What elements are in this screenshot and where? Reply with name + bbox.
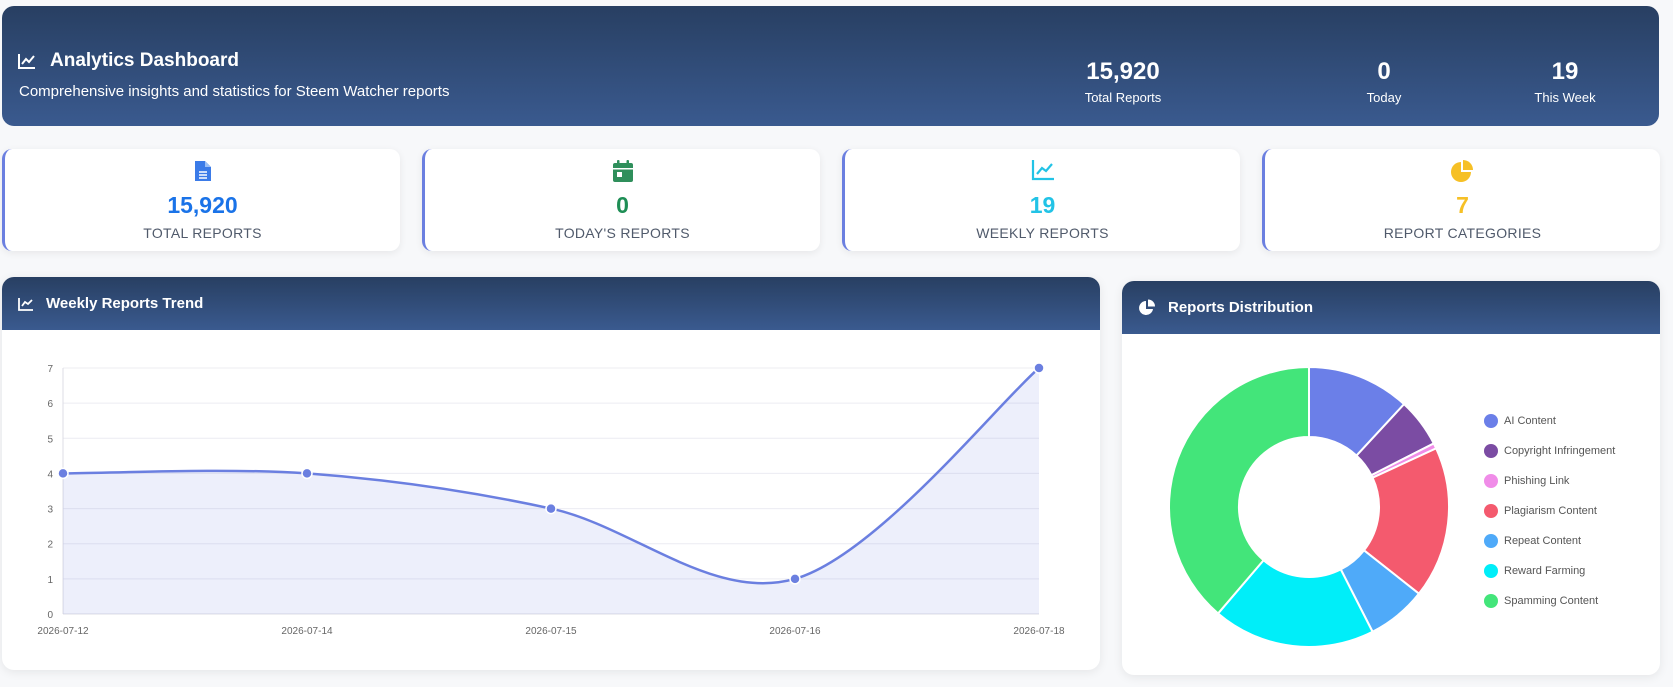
legend-item[interactable]: Repeat Content: [1484, 526, 1615, 556]
legend-item[interactable]: Copyright Infringement: [1484, 436, 1615, 466]
legend-swatch: [1484, 444, 1498, 458]
header-stat-today: 0 Today: [1324, 58, 1444, 105]
x-tick-label: 2026-07-15: [525, 626, 577, 637]
stat-label: WEEKLY REPORTS: [976, 225, 1109, 241]
stat-card-today-reports: 0 TODAY'S REPORTS: [422, 149, 820, 251]
legend-swatch: [1484, 414, 1498, 428]
page-subtitle: Comprehensive insights and statistics fo…: [19, 83, 450, 100]
header-stat-week: 19 This Week: [1505, 58, 1625, 105]
panel-title: Reports Distribution: [1168, 299, 1313, 316]
legend-label: Phishing Link: [1504, 475, 1570, 487]
legend-item[interactable]: AI Content: [1484, 406, 1615, 436]
legend-item[interactable]: Spamming Content: [1484, 586, 1615, 616]
line-chart-icon: [1031, 160, 1054, 181]
panel-title: Weekly Reports Trend: [46, 295, 204, 312]
reports-distribution-chart: [1168, 365, 1450, 648]
legend-label: Copyright Infringement: [1504, 445, 1616, 457]
y-tick-label: 4: [47, 469, 53, 480]
stat-card-weekly-reports: 19 WEEKLY REPORTS: [842, 149, 1240, 251]
data-point[interactable]: [301, 467, 313, 480]
y-tick-label: 1: [47, 575, 53, 586]
stat-label: TOTAL REPORTS: [143, 225, 262, 241]
y-tick-label: 5: [47, 434, 53, 445]
weekly-trend-chart: 0 1 2 3 4 5 6 7 2026-07-12 2026-07-14 2026-07-15 20…: [37, 362, 1065, 637]
weekly-trend-panel: Weekly Reports Trend 0 1 2 3 4 5 6 7 2026-07-12 2…: [2, 277, 1100, 670]
stat-card-report-categories: 7 REPORT CATEGORIES: [1262, 149, 1660, 251]
x-tick-label: 2026-07-14: [281, 626, 333, 637]
legend-item[interactable]: Phishing Link: [1484, 466, 1615, 496]
data-point[interactable]: [545, 502, 557, 515]
stat-value: 0: [616, 192, 629, 218]
stat-value: 15,920: [167, 192, 238, 218]
header-stat-label: Today: [1366, 90, 1402, 105]
header-stat-value: 19: [1551, 58, 1579, 85]
header-stat-value: 0: [1377, 58, 1391, 85]
x-tick-label: 2026-07-12: [37, 626, 89, 637]
y-tick-label: 7: [47, 364, 53, 375]
y-tick-label: 0: [47, 610, 53, 621]
document-icon: [194, 161, 211, 181]
header-stat-label: This Week: [1534, 90, 1596, 105]
line-chart-icon: [18, 297, 33, 311]
header-stat-label: Total Reports: [1084, 90, 1162, 105]
legend-label: Reward Farming: [1504, 565, 1586, 577]
data-point[interactable]: [1033, 362, 1045, 374]
pie-chart-icon: [1450, 160, 1473, 182]
stat-card-total-reports: 15,920 TOTAL REPORTS: [2, 149, 400, 251]
legend-swatch: [1484, 564, 1498, 578]
x-tick-label: 2026-07-16: [769, 626, 821, 637]
header-stat-total: 15,920 Total Reports: [1063, 58, 1183, 105]
dashboard-header: Analytics Dashboard Comprehensive insigh…: [2, 6, 1659, 126]
legend-label: Spamming Content: [1504, 595, 1599, 607]
stat-label: REPORT CATEGORIES: [1383, 225, 1542, 241]
pie-chart-icon: [1139, 299, 1155, 315]
calendar-icon: [612, 160, 633, 182]
legend-label: Repeat Content: [1504, 535, 1582, 547]
y-tick-label: 6: [47, 399, 53, 410]
data-point[interactable]: [57, 467, 69, 480]
x-tick-label: 2026-07-18: [1013, 626, 1065, 637]
header-stat-value: 15,920: [1086, 58, 1160, 85]
legend-swatch: [1484, 474, 1498, 488]
data-point[interactable]: [789, 573, 801, 585]
y-tick-label: 3: [47, 505, 53, 516]
legend-item[interactable]: Reward Farming: [1484, 556, 1615, 586]
legend-label: Plagiarism Content: [1504, 505, 1597, 517]
stat-value: 7: [1456, 192, 1469, 218]
page-title: Analytics Dashboard: [50, 50, 239, 71]
panel-header: Reports Distribution: [1122, 281, 1660, 334]
line-chart-icon: [18, 54, 35, 69]
stat-value: 19: [1029, 192, 1056, 218]
stat-label: TODAY'S REPORTS: [555, 225, 690, 241]
legend-swatch: [1484, 534, 1498, 548]
legend-item[interactable]: Plagiarism Content: [1484, 496, 1615, 526]
panel-header: Weekly Reports Trend: [2, 277, 1100, 330]
distribution-legend: AI Content Copyright Infringement Phishing…: [1484, 406, 1615, 616]
legend-swatch: [1484, 504, 1498, 518]
series-area: [63, 368, 1039, 614]
legend-swatch: [1484, 594, 1498, 608]
y-tick-label: 2: [47, 540, 53, 551]
header-title-group: Analytics Dashboard: [18, 50, 239, 72]
legend-label: AI Content: [1504, 415, 1556, 427]
